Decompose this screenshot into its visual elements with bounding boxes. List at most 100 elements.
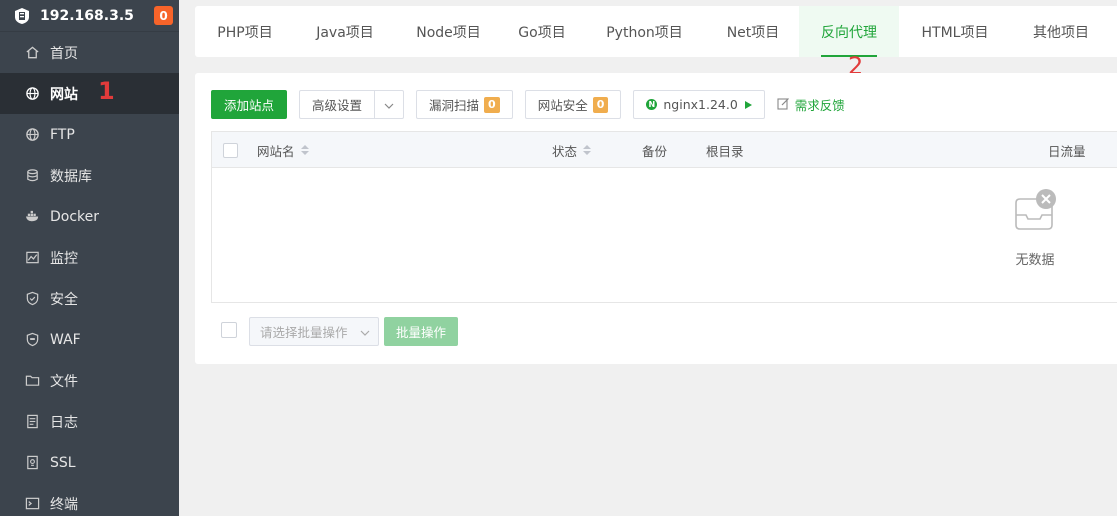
toolbar: 添加站点 高级设置 漏洞扫描 0 网站安全 0 N nginx1.24.0 需求…: [211, 90, 845, 119]
sidebar-item-label: 监控: [50, 250, 78, 267]
sidebar-item-label: 首页: [50, 45, 78, 62]
column-site-name[interactable]: 网站名: [257, 132, 309, 168]
select-all-checkbox[interactable]: [223, 132, 238, 168]
tab-php[interactable]: PHP项目: [195, 6, 295, 57]
batch-operation-select[interactable]: 请选择批量操作: [249, 317, 379, 346]
nginx-button[interactable]: N nginx1.24.0: [633, 90, 765, 119]
sidebar-item-label: FTP: [50, 126, 75, 143]
sidebar-item-label: 安全: [50, 291, 78, 308]
annotation-number-1: 1: [98, 77, 115, 105]
chart-icon: [24, 250, 40, 266]
chevron-down-icon: [384, 97, 394, 112]
database-icon: [24, 168, 40, 184]
site-security-label: 网站安全: [537, 98, 588, 113]
tab-node[interactable]: Node项目: [395, 6, 502, 57]
column-backup: 备份: [642, 143, 668, 159]
sidebar-item-terminal[interactable]: 终端: [0, 483, 179, 516]
vulnerability-scan-label: 漏洞扫描: [429, 98, 480, 113]
tab-python[interactable]: Python项目: [582, 6, 707, 57]
project-tabs: PHP项目 Java项目 Node项目 Go项目 Python项目 Net项目 …: [195, 6, 1117, 57]
edit-icon: [777, 97, 795, 113]
feedback-label: 需求反馈: [794, 98, 845, 113]
site-security-button[interactable]: 网站安全 0: [524, 90, 622, 119]
sidebar-item-ssl[interactable]: SSL: [0, 442, 179, 483]
sidebar-item-logs[interactable]: 日志: [0, 401, 179, 442]
tab-label: Java项目: [316, 24, 374, 41]
column-root-dir: 根目录: [706, 143, 744, 159]
tab-label: Go项目: [518, 24, 566, 41]
sidebar-item-label: Docker: [50, 208, 100, 225]
empty-state: 无数据: [1012, 187, 1058, 268]
batch-operation-button[interactable]: 批量操作: [384, 317, 459, 346]
security-count-badge: 0: [592, 96, 609, 113]
tab-go[interactable]: Go项目: [502, 6, 582, 57]
sidebar-item-label: 日志: [50, 414, 78, 431]
column-status[interactable]: 状态: [552, 132, 592, 168]
sidebar-item-label: 网站: [50, 86, 78, 103]
sidebar-item-waf[interactable]: WAF: [0, 319, 179, 360]
tab-label: 反向代理: [821, 24, 877, 41]
tab-label: Net项目: [726, 24, 780, 41]
advanced-settings-button[interactable]: 高级设置: [299, 90, 376, 119]
footer-select-checkbox[interactable]: [221, 321, 237, 342]
sidebar-item-label: SSL: [50, 454, 76, 471]
sidebar-item-monitor[interactable]: 监控: [0, 237, 179, 278]
tab-java[interactable]: Java项目: [295, 6, 395, 57]
chevron-down-icon: [360, 324, 370, 339]
tab-reverse-proxy[interactable]: 反向代理: [799, 6, 899, 57]
table-footer: 请选择批量操作 批量操作: [221, 317, 459, 346]
sidebar-item-database[interactable]: 数据库: [0, 155, 179, 196]
sort-icon: [583, 145, 592, 155]
sidebar-item-docker[interactable]: Docker: [0, 196, 179, 237]
server-logo-icon: [13, 7, 31, 25]
tab-net[interactable]: Net项目: [707, 6, 799, 57]
shield-icon: [24, 291, 40, 307]
add-site-button[interactable]: 添加站点: [211, 90, 288, 119]
docker-icon: [24, 209, 40, 225]
vulnerability-scan-button[interactable]: 漏洞扫描 0: [416, 90, 513, 119]
column-daily-traffic: 日流量: [1048, 143, 1086, 159]
advanced-settings-dropdown[interactable]: [375, 90, 405, 119]
tab-other[interactable]: 其他项目: [1011, 6, 1111, 57]
sidebar-item-ftp[interactable]: FTP: [0, 114, 179, 155]
sidebar-item-label: 终端: [50, 496, 78, 513]
tab-label: Python项目: [606, 24, 683, 41]
sidebar-item-website[interactable]: 网站 1: [0, 73, 179, 114]
notification-badge[interactable]: 0: [154, 6, 173, 25]
sidebar-item-security[interactable]: 安全: [0, 278, 179, 319]
empty-box-icon: [1012, 189, 1058, 237]
sidebar-item-label: 文件: [50, 373, 78, 390]
nginx-icon: N: [646, 99, 658, 110]
sidebar-item-label: WAF: [50, 331, 81, 348]
site-panel: 添加站点 高级设置 漏洞扫描 0 网站安全 0 N nginx1.24.0 需求…: [195, 73, 1117, 364]
sidebar-item-label: 数据库: [50, 168, 92, 185]
site-table: 网站名 状态 备份 根目录 日流量 无数据: [211, 131, 1117, 303]
globe-icon: [24, 86, 40, 102]
table-header: 网站名 状态 备份 根目录 日流量: [212, 132, 1117, 168]
folder-icon: [24, 373, 40, 389]
column-label: 网站名: [257, 143, 295, 159]
terminal-icon: [24, 496, 40, 512]
globe-icon: [24, 127, 40, 143]
server-host: 192.168.3.5: [40, 7, 134, 24]
tab-label: PHP项目: [217, 24, 273, 41]
feedback-link[interactable]: 需求反馈: [777, 95, 845, 114]
sidebar: 192.168.3.5 0 首页 网站 1 FTP 数据库 Docker 监控 …: [0, 0, 179, 516]
batch-select-placeholder: 请选择批量操作: [260, 325, 348, 340]
ssl-icon: [24, 455, 40, 471]
advanced-settings-group: 高级设置: [299, 90, 405, 119]
sidebar-header: 192.168.3.5 0: [0, 0, 179, 32]
empty-text: 无数据: [1015, 253, 1055, 268]
column-label: 状态: [552, 143, 578, 159]
log-icon: [24, 414, 40, 430]
nginx-version: nginx1.24.0: [663, 97, 738, 112]
sidebar-item-files[interactable]: 文件: [0, 360, 179, 401]
tab-html[interactable]: HTML项目: [899, 6, 1011, 57]
tab-label: HTML项目: [921, 24, 989, 41]
sidebar-item-home[interactable]: 首页: [0, 32, 179, 73]
tab-label: Node项目: [416, 24, 481, 41]
vulnerability-count-badge: 0: [484, 96, 500, 113]
sort-icon: [300, 145, 309, 155]
play-icon: [744, 100, 752, 109]
tab-label: 其他项目: [1033, 24, 1089, 41]
